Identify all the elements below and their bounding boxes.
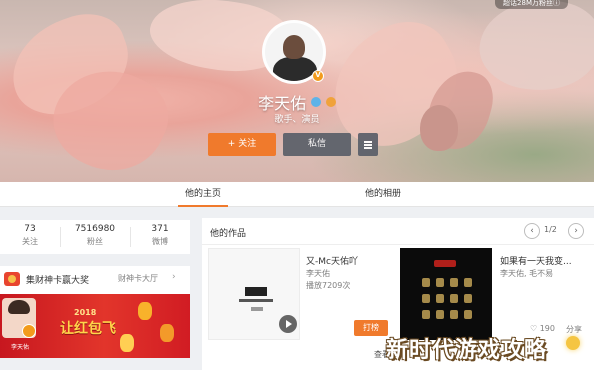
thumbnail-graphic	[464, 278, 472, 287]
stat-value: 371	[151, 224, 169, 234]
stat-following[interactable]: 73 关注	[0, 224, 60, 247]
gender-icon	[311, 97, 321, 107]
thumbnail-graphic	[464, 310, 472, 319]
thumbnail-graphic	[450, 294, 458, 303]
thumbnail-graphic	[245, 287, 267, 296]
work-thumbnail[interactable]	[400, 248, 492, 340]
stat-value: 73	[24, 224, 36, 234]
thumbnail-graphic	[436, 310, 444, 319]
work-artist: 李天佑	[306, 269, 330, 278]
lantern-icon	[160, 324, 174, 342]
chevron-left-icon[interactable]: ‹	[524, 223, 540, 239]
stat-label: 微博	[152, 237, 168, 246]
stat-label: 粉丝	[87, 237, 103, 246]
work-title[interactable]: 如果有一天我变...	[500, 254, 572, 267]
menu-icon	[364, 141, 372, 143]
thumbnail-graphic	[422, 294, 430, 303]
stat-posts[interactable]: 371 微博	[130, 224, 190, 247]
profile-name: 李天佑	[258, 94, 307, 113]
work-card[interactable]: 又-Mc天佑吖 李天佑 播放7209次 打榜	[202, 248, 398, 340]
follow-button[interactable]: + 关注	[208, 133, 276, 156]
avatar-head	[283, 35, 305, 59]
thumbnail-graphic	[436, 278, 444, 287]
profile-cover: 超话28M万粉丝ⓘ V 李天佑 歌手、演员 + 关注 私信	[0, 0, 594, 182]
menu-button[interactable]	[358, 133, 378, 156]
promo-link[interactable]: 财神卡大厅	[118, 273, 158, 284]
works-pager: ‹ 1/2 ›	[524, 223, 584, 239]
promo-header[interactable]: 集财神卡赢大奖 财神卡大厅 ›	[0, 266, 190, 290]
lantern-icon	[138, 302, 152, 320]
chevron-right-icon[interactable]: ›	[568, 223, 584, 239]
profile-tabs: 他的主页 他的相册	[0, 182, 594, 207]
promo-card: 集财神卡赢大奖 财神卡大厅 › 李天佑 2018 让红包飞	[0, 266, 190, 358]
thumbnail-graphic	[239, 299, 273, 302]
profile-subtitle: 歌手、演员	[274, 115, 320, 125]
message-button[interactable]: 私信	[283, 133, 351, 156]
tab-home[interactable]: 他的主页	[178, 182, 228, 207]
share-button[interactable]: 分享	[566, 324, 582, 335]
watermark-text: 新时代游戏攻略	[386, 338, 548, 363]
promo-avatar-name: 李天佑	[10, 344, 29, 351]
lantern-icon	[120, 334, 134, 352]
works-title: 他的作品	[210, 229, 247, 239]
divider	[202, 244, 594, 245]
promo-slogan: 让红包飞	[60, 321, 116, 337]
thumbnail-graphic	[450, 278, 458, 287]
work-artist: 李天佑, 毛不易	[500, 269, 554, 278]
work-title[interactable]: 又-Mc天佑吖	[306, 254, 358, 267]
promo-title: 集财神卡赢大奖	[26, 276, 90, 286]
weibo-level-icon[interactable]	[325, 97, 336, 107]
work-plays: 播放7209次	[306, 281, 351, 290]
menu-icon	[364, 144, 372, 146]
chart-vote-button[interactable]: 打榜	[354, 320, 388, 336]
stat-value: 7516980	[74, 224, 116, 234]
stat-label: 关注	[22, 237, 38, 246]
stat-followers[interactable]: 7516980 粉丝	[60, 224, 130, 247]
play-icon[interactable]	[279, 315, 297, 333]
thumbnail-graphic	[434, 260, 456, 267]
money-icon	[4, 272, 20, 286]
profile-name-row: 李天佑	[0, 90, 594, 114]
menu-icon	[364, 147, 372, 149]
work-card[interactable]: 如果有一天我变... 李天佑, 毛不易 ♡ 190 分享	[400, 248, 590, 340]
thumbnail-graphic	[251, 307, 263, 311]
promo-banner[interactable]: 李天佑 2018 让红包飞	[0, 294, 190, 358]
verified-icon: V	[312, 70, 324, 82]
avatar-body	[273, 57, 317, 81]
thumbnail-graphic	[436, 294, 444, 303]
promo-year: 2018	[74, 308, 97, 317]
cover-petal	[476, 0, 594, 96]
work-thumbnail[interactable]	[208, 248, 300, 340]
thumbnail-graphic	[422, 310, 430, 319]
pager-text: 1/2	[544, 225, 557, 234]
verified-icon	[22, 324, 36, 338]
thumbnail-graphic	[464, 294, 472, 303]
stats-panel: 73 关注 7516980 粉丝 371 微博	[0, 220, 190, 254]
tab-album[interactable]: 他的相册	[358, 182, 408, 207]
sparkle-icon	[566, 336, 580, 350]
thumbnail-graphic	[422, 278, 430, 287]
top-chip[interactable]: 超话28M万粉丝ⓘ	[495, 0, 568, 9]
thumbnail-graphic	[450, 310, 458, 319]
chevron-right-icon: ›	[172, 272, 176, 282]
